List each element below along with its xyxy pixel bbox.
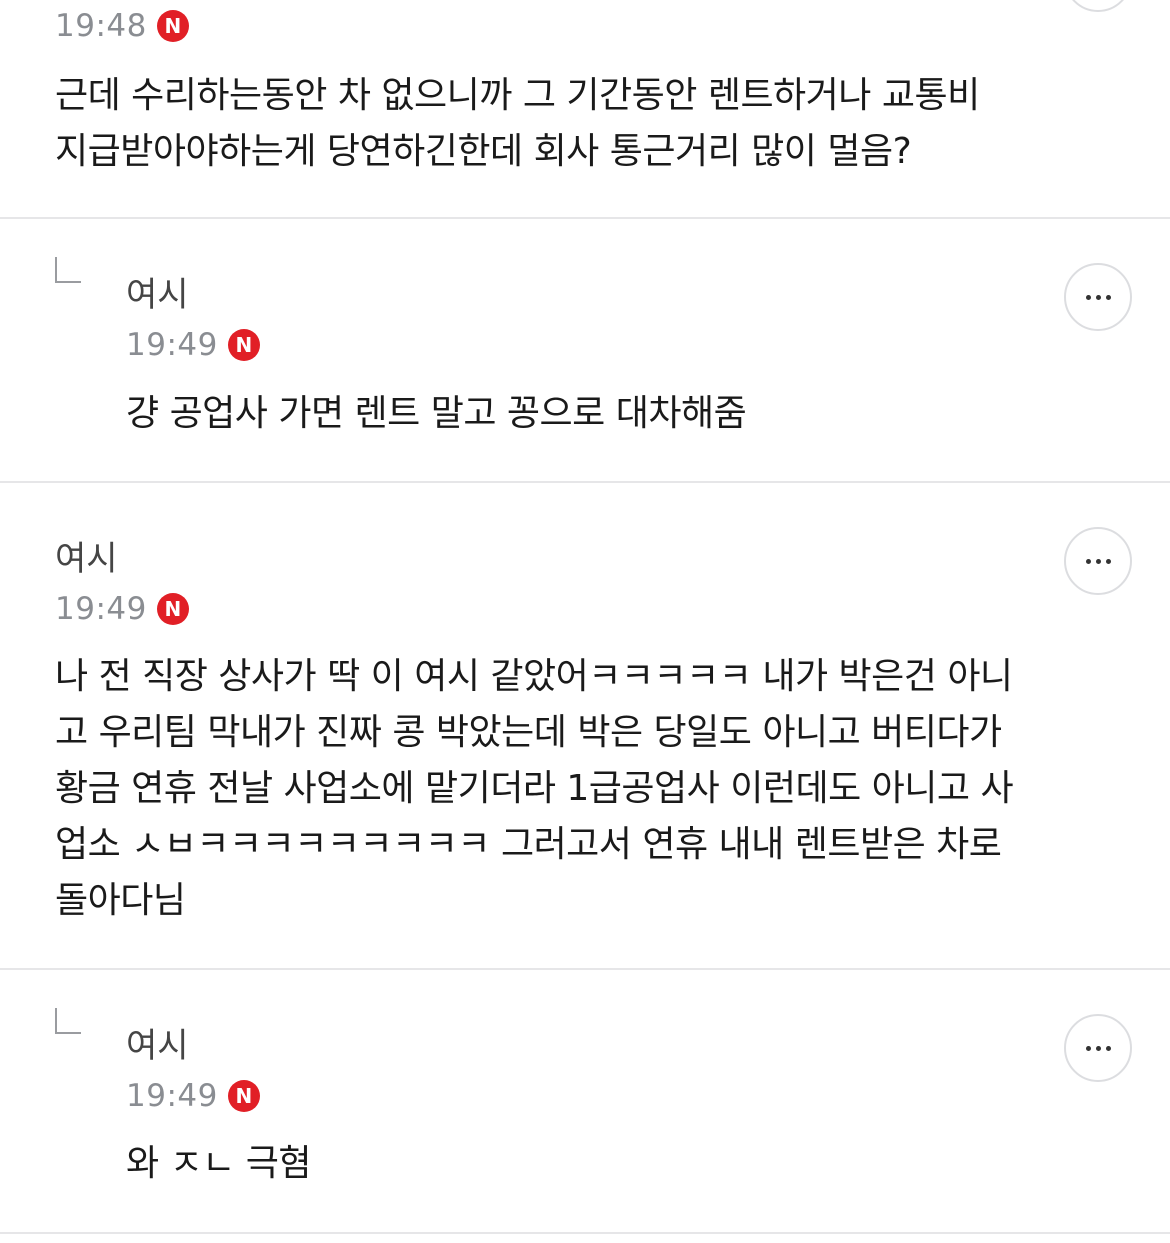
comment-text: 걍 공업사 가면 렌트 말고 꽁으로 대차해줌	[126, 386, 747, 442]
more-dot-icon	[1085, 558, 1091, 564]
comment-time: 19:48	[55, 8, 147, 44]
new-badge-icon: N	[227, 1080, 260, 1112]
comment-text: 와 ㅈㄴ 극혐	[126, 1136, 312, 1192]
comment-line: 돌아다님	[55, 880, 186, 921]
more-dot-icon	[1095, 558, 1101, 564]
reply-arrow-icon	[55, 257, 81, 283]
more-dot-icon	[1105, 558, 1111, 564]
comment-line: 업소 ㅅㅂㅋㅋㅋㅋㅋㅋㅋㅋㅋ 그러고서 연휴 내내 렌트받은 차로	[55, 824, 1002, 865]
new-badge-icon: N	[227, 329, 260, 361]
more-dot-icon	[1105, 1045, 1111, 1051]
comment-time: 19:49	[126, 1078, 218, 1114]
reply-item: 여시 19:49 N 걍 공업사 가면 렌트 말고 꽁으로 대차해줌	[0, 219, 1170, 482]
comment-line: 지급받아야하는게 당연하긴한데 회사 통근거리 많이 멀음?	[55, 131, 912, 172]
more-dot-icon	[1085, 294, 1091, 300]
comment-item: 여시 19:49 N 나 전 직장 상사가 딱 이 여시 같았어ㅋㅋㅋㅋㅋ 내가…	[0, 483, 1170, 969]
more-options-button[interactable]	[1064, 1014, 1132, 1082]
reply-item: 여시 19:49 N 와 ㅈㄴ 극혐	[0, 970, 1170, 1233]
reply-arrow-icon	[55, 1008, 81, 1034]
comment-line: 와 ㅈㄴ 극혐	[126, 1143, 312, 1184]
more-options-button[interactable]	[1064, 263, 1132, 331]
comment-line: 나 전 직장 상사가 딱 이 여시 같았어ㅋㅋㅋㅋㅋ 내가 박은건 아니	[55, 656, 1013, 697]
comment-line: 걍 공업사 가면 렌트 말고 꽁으로 대차해줌	[126, 393, 747, 434]
comment-meta: 19:48 N	[55, 6, 189, 46]
more-options-button[interactable]	[1064, 0, 1132, 12]
more-dot-icon	[1095, 1045, 1101, 1051]
more-options-button[interactable]	[1064, 527, 1132, 595]
more-dot-icon	[1095, 294, 1101, 300]
comment-text: 나 전 직장 상사가 딱 이 여시 같았어ㅋㅋㅋㅋㅋ 내가 박은건 아니 고 우…	[55, 649, 1014, 929]
more-dot-icon	[1105, 294, 1111, 300]
more-dot-icon	[1085, 1045, 1091, 1051]
comment-author[interactable]: 여시	[126, 275, 189, 315]
comment-line: 고 우리팀 막내가 진짜 콩 박았는데 박은 당일도 아니고 버티다가	[55, 712, 1002, 753]
comment-meta: 19:49 N	[55, 589, 189, 629]
comment-item: 19:48 N 근데 수리하는동안 차 없으니까 그 기간동안 렌트하거나 교통…	[0, 0, 1170, 218]
comment-meta: 19:49 N	[126, 1076, 260, 1116]
new-badge-icon: N	[156, 593, 189, 625]
comment-time: 19:49	[55, 591, 147, 627]
comment-author[interactable]: 여시	[55, 539, 118, 579]
comment-line: 근데 수리하는동안 차 없으니까 그 기간동안 렌트하거나 교통비	[55, 75, 980, 116]
comment-line: 황금 연휴 전날 사업소에 맡기더라 1급공업사 이런데도 아니고 사	[55, 768, 1014, 809]
comment-divider	[0, 1232, 1170, 1234]
comment-text: 근데 수리하는동안 차 없으니까 그 기간동안 렌트하거나 교통비 지급받아야하…	[55, 68, 980, 180]
comment-author[interactable]: 여시	[126, 1026, 189, 1066]
comment-meta: 19:49 N	[126, 325, 260, 365]
new-badge-icon: N	[156, 10, 189, 42]
comment-time: 19:49	[126, 327, 218, 363]
